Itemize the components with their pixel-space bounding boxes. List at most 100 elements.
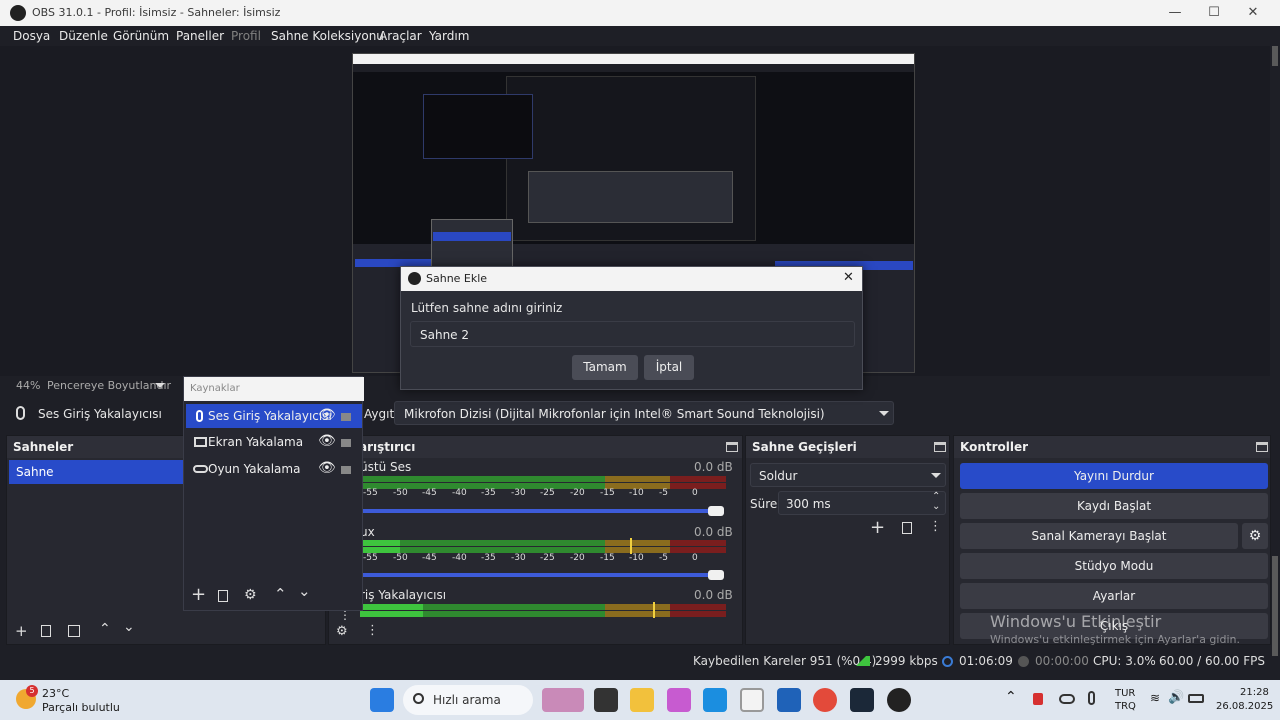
activation-watermark-text: Windows'u etkinleştirmek için Ayarlar'a … <box>990 633 1240 646</box>
add-source-button[interactable]: + <box>191 586 206 604</box>
chrome-icon[interactable] <box>813 688 837 712</box>
stop-streaming-button[interactable]: Yayını Durdur <box>960 463 1268 489</box>
transition-menu-icon[interactable]: ⋮ <box>929 519 942 534</box>
menu-profile[interactable]: Profil <box>231 29 261 43</box>
studio-mode-button[interactable]: Stüdyo Modu <box>960 553 1268 579</box>
edge-icon[interactable] <box>703 688 727 712</box>
add-transition-button[interactable]: + <box>870 517 885 538</box>
steam-icon[interactable] <box>850 688 874 712</box>
move-down-icon[interactable]: ⌄ <box>123 619 135 635</box>
source-item[interactable]: Ses Giriş Yakalayıcısı 👁 <box>186 404 362 428</box>
spin-down-icon[interactable]: ⌄ <box>932 501 940 512</box>
search-highlight-icon[interactable] <box>542 688 584 712</box>
lang-secondary[interactable]: TRQ <box>1115 701 1136 712</box>
undock-icon[interactable] <box>726 442 738 452</box>
selected-source-name: Ses Giriş Yakalayıcısı <box>38 407 162 421</box>
cloud-icon[interactable] <box>1059 694 1075 704</box>
undock-icon[interactable] <box>1256 442 1268 452</box>
obs-taskbar-icon[interactable] <box>887 688 911 712</box>
window-title: OBS 31.0.1 - Profil: İsimsiz - Sahneler:… <box>32 6 281 19</box>
tick-label: -30 <box>511 488 526 498</box>
clock-date[interactable]: 26.08.2025 <box>1216 701 1273 712</box>
menu-docks[interactable]: Paneller <box>176 29 224 43</box>
scene-filters-icon[interactable] <box>68 625 80 637</box>
clock-time[interactable]: 21:28 <box>1240 687 1269 698</box>
activation-watermark-title: Windows'u Etkinleştir <box>990 612 1162 631</box>
tick-label: -55 <box>363 488 378 498</box>
scene-item[interactable]: Sahne <box>9 460 189 484</box>
menu-tools[interactable]: Araçlar <box>379 29 422 43</box>
lang-primary[interactable]: TUR <box>1115 688 1135 699</box>
volume-knob[interactable] <box>708 506 724 516</box>
start-recording-button[interactable]: Kaydı Başlat <box>960 493 1268 519</box>
audio-mixer-dock: arıştırıcı üstü Ses 0.0 dB -55 -50 -45 -… <box>328 435 743 645</box>
menu-help[interactable]: Yardım <box>429 29 469 43</box>
move-up-icon[interactable]: ⌃ <box>99 621 111 637</box>
app-icon[interactable] <box>740 688 764 712</box>
battery-icon[interactable] <box>1188 694 1204 703</box>
cancel-button[interactable]: İptal <box>644 355 694 380</box>
windows-start-icon[interactable] <box>370 688 394 712</box>
scrollbar-thumb-top[interactable] <box>1272 46 1278 66</box>
device-dropdown[interactable]: Mikrofon Dizisi (Dijital Mikrofonlar içi… <box>394 401 894 425</box>
zoom-mode[interactable]: Pencereye Boyutlandır <box>47 379 171 392</box>
duration-value: 300 ms <box>786 497 831 511</box>
volume-knob[interactable] <box>708 570 724 580</box>
dialog-title: Sahne Ekle <box>426 272 488 285</box>
trash-icon[interactable] <box>41 625 51 637</box>
minimize-button[interactable]: — <box>1155 2 1195 24</box>
move-down-icon[interactable]: ⌄ <box>298 582 311 600</box>
eye-icon[interactable]: 👁 <box>318 433 336 449</box>
move-up-icon[interactable]: ⌃ <box>274 585 287 603</box>
scene-name-input[interactable]: Sahne 2 <box>410 321 855 347</box>
menu-file[interactable]: Dosya <box>13 29 50 43</box>
gear-icon[interactable]: ⚙ <box>244 587 257 603</box>
lock-icon[interactable] <box>341 466 351 474</box>
title-bar: OBS 31.0.1 - Profil: İsimsiz - Sahneler:… <box>0 0 1280 26</box>
undock-icon[interactable] <box>934 442 946 452</box>
source-item[interactable]: Oyun Yakalama 👁 <box>186 457 362 481</box>
chevron-up-icon[interactable]: ⌃ <box>1005 689 1017 705</box>
gear-icon[interactable]: ⚙ <box>336 624 348 639</box>
copilot-icon[interactable] <box>667 688 691 712</box>
close-button[interactable]: ✕ <box>1233 2 1273 24</box>
tray-icon[interactable] <box>1033 693 1043 705</box>
ok-button[interactable]: Tamam <box>572 355 638 380</box>
gear-icon[interactable]: ⚙ <box>1242 523 1268 549</box>
source-item[interactable]: Ekran Yakalama 👁 <box>186 430 362 454</box>
eye-icon[interactable]: 👁 <box>318 407 336 423</box>
menu-scene-collection[interactable]: Sahne Koleksiyonu <box>271 29 384 43</box>
search-placeholder: Hızlı arama <box>433 693 501 707</box>
mixer-menu-icon[interactable]: ⋮ <box>366 623 379 638</box>
file-explorer-icon[interactable] <box>630 688 654 712</box>
trash-icon[interactable] <box>218 590 228 602</box>
lock-icon[interactable] <box>341 439 351 447</box>
sources-title[interactable]: Kaynaklar <box>184 377 364 401</box>
maximize-button[interactable]: ☐ <box>1194 2 1234 24</box>
eye-icon[interactable]: 👁 <box>318 460 336 476</box>
store-icon[interactable] <box>777 688 801 712</box>
speaker-icon[interactable]: 🔊 <box>1168 690 1184 705</box>
start-virtual-camera-button[interactable]: Sanal Kamerayı Başlat <box>960 523 1238 549</box>
tick-label: -5 <box>659 553 668 563</box>
task-view-icon[interactable] <box>594 688 618 712</box>
transition-dropdown[interactable]: Soldur <box>750 463 946 487</box>
trash-icon[interactable] <box>902 522 912 534</box>
volume-slider[interactable] <box>360 573 710 577</box>
microphone-icon[interactable] <box>1088 691 1095 705</box>
record-time: 00:00:00 <box>1035 654 1089 668</box>
menu-view[interactable]: Görünüm <box>113 29 169 43</box>
scrollbar-thumb[interactable] <box>1272 556 1278 656</box>
menu-edit[interactable]: Düzenle <box>59 29 108 43</box>
lock-icon[interactable] <box>341 413 351 421</box>
chevron-down-icon[interactable] <box>155 383 165 388</box>
add-scene-button[interactable]: + <box>15 624 28 639</box>
settings-button[interactable]: Ayarlar <box>960 583 1268 609</box>
volume-slider[interactable] <box>360 509 710 513</box>
wifi-icon[interactable]: ≋ <box>1150 691 1160 705</box>
taskbar-search[interactable]: Hızlı arama <box>403 685 533 715</box>
duration-spinbox[interactable]: 300 ms ⌃ ⌄ <box>778 491 946 515</box>
microphone-icon <box>196 410 203 422</box>
vertical-scrollbar[interactable] <box>1270 46 1280 656</box>
dialog-close-icon[interactable]: ✕ <box>843 270 854 285</box>
